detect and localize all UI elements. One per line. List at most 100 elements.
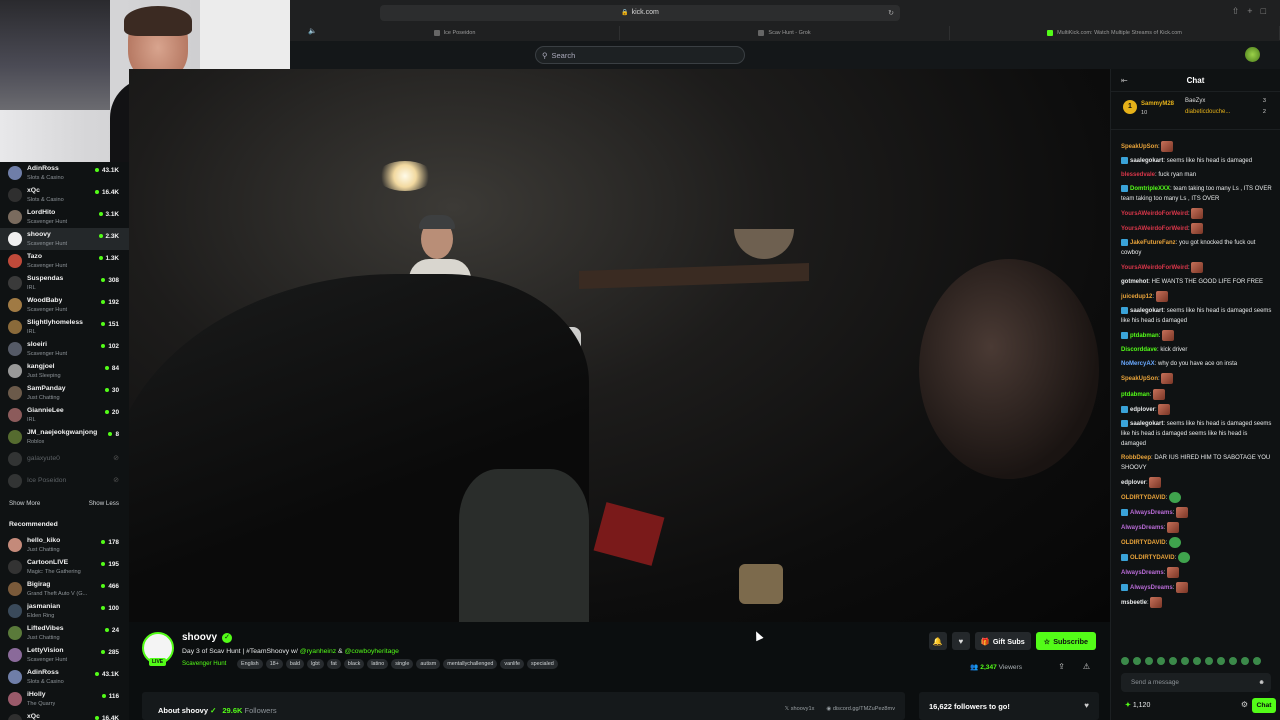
channel-name[interactable]: shoovy (182, 632, 217, 643)
sidebar-channel-item[interactable]: LordHito Scavenger Hunt 3.1K (0, 206, 129, 228)
chat-messages[interactable]: SpeakUpSon: saalegokart: seems like his … (1111, 131, 1280, 656)
chat-username[interactable]: saalegokart (1130, 421, 1163, 427)
chat-username[interactable]: DomtripleXXX (1130, 186, 1170, 192)
sidebar-channel-item[interactable]: SamPanday Just Chatting 30 (0, 382, 129, 404)
sidebar-channel-item[interactable]: WoodBaby Scavenger Hunt 192 (0, 294, 129, 316)
sidebar-channel-item[interactable]: kangjoel Just Sleeping 84 (0, 360, 129, 382)
show-less-button[interactable]: Show Less (89, 500, 119, 507)
x-social-link[interactable]: 𝕏 shoovy1x (785, 706, 815, 712)
emote-icon[interactable] (1133, 657, 1141, 665)
tag-pill[interactable]: 18+ (265, 659, 283, 669)
chat-username[interactable]: juicedup12 (1121, 294, 1152, 300)
sidebar-channel-item[interactable]: xQc 16.4K (0, 710, 129, 720)
sidebar-channel-item[interactable]: xQc Slots & Casino 16.4K (0, 184, 129, 206)
sidebar-channel-item[interactable]: hello_kiko Just Chatting 178 (0, 534, 129, 556)
show-more-button[interactable]: Show More (9, 500, 40, 507)
follow-heart-button[interactable]: ♥ (951, 632, 970, 650)
sidebar-channel-item[interactable]: shoovy Scavenger Hunt 2.3K (0, 228, 129, 250)
chat-username[interactable]: gotmehot (1121, 279, 1148, 285)
chat-username[interactable]: AlwaysDreams (1121, 570, 1164, 576)
chat-username[interactable]: saalegokart (1130, 308, 1163, 314)
user-avatar[interactable] (1245, 47, 1260, 62)
sidebar-offline-item[interactable]: galaxyute0 ⊘ (0, 448, 129, 470)
emote-icon[interactable] (1181, 657, 1189, 665)
stream-category[interactable]: Scavenger Hunt (182, 660, 226, 667)
emote-icon[interactable] (1217, 657, 1225, 665)
sidebar-channel-item[interactable]: JM_naejeokgwanjong Roblox 8 (0, 426, 129, 448)
tag-pill[interactable]: specialed (526, 659, 558, 669)
share-icon[interactable]: ⇧ (1232, 6, 1248, 16)
emote-icon[interactable] (1193, 657, 1201, 665)
top-gifter-name[interactable]: SammyM28 (1141, 101, 1174, 107)
sidebar-channel-item[interactable]: Suspendas IRL 308 (0, 272, 129, 294)
sidebar-channel-item[interactable]: GiannieLee IRL 20 (0, 404, 129, 426)
emote-icon[interactable] (1169, 657, 1177, 665)
sidebar-channel-item[interactable]: iHolly The Quarry 116 (0, 688, 129, 710)
chat-username[interactable]: RobbDeep (1121, 455, 1151, 461)
emote-icon[interactable] (1229, 657, 1237, 665)
chat-username[interactable]: SpeakUpSon (1121, 144, 1158, 150)
chat-username[interactable]: ptdabman (1121, 392, 1150, 398)
sidebar-channel-item[interactable]: AdinRoss Slots & Casino 43.1K (0, 666, 129, 688)
emote-icon[interactable] (1253, 657, 1261, 665)
channel-points[interactable]: ✦ 1,120 (1125, 701, 1150, 709)
tab-ice-poseidon[interactable]: Ice Poseidon (290, 26, 620, 40)
tag-pill[interactable]: English (237, 659, 263, 669)
report-icon[interactable]: ⚠ (1083, 662, 1090, 671)
sidebar-channel-item[interactable]: LettyVision Scavenger Hunt 285 (0, 644, 129, 666)
chat-username[interactable]: OLDIRTYDAVID (1130, 555, 1175, 561)
sidebar-channel-item[interactable]: jasmanian Elden Ring 100 (0, 600, 129, 622)
send-chat-button[interactable]: Chat (1252, 698, 1276, 713)
sidebar-channel-item[interactable]: AdinRoss Slots & Casino 43.1K (0, 162, 129, 184)
emote-icon[interactable] (1121, 657, 1129, 665)
reload-icon[interactable]: ↻ (888, 6, 894, 22)
chat-username[interactable]: JakeFutureFanz (1130, 240, 1176, 246)
tag-pill[interactable]: latino (367, 659, 389, 669)
subscribe-button[interactable]: ☆ Subscribe (1035, 632, 1096, 650)
chat-username[interactable]: SpeakUpSon (1121, 377, 1158, 383)
sidebar-channel-item[interactable]: Bigirag Grand Theft Auto V (G... 466 (0, 578, 129, 600)
tag-pill[interactable]: single (391, 659, 414, 669)
chat-username[interactable]: msbeetle (1121, 600, 1147, 606)
emote-icon[interactable] (1205, 657, 1213, 665)
emote-icon[interactable] (1145, 657, 1153, 665)
collapse-chat-icon[interactable]: ⇤ (1121, 69, 1128, 92)
emote-icon[interactable] (1157, 657, 1165, 665)
chat-username[interactable]: edplover (1130, 407, 1155, 413)
tag-pill[interactable]: lgbt (307, 659, 324, 669)
tab-scav-hunt[interactable]: Scav Hunt - Grok (620, 26, 950, 40)
notification-bell-button[interactable]: 🔔 (928, 632, 947, 650)
tag-pill[interactable]: fat (326, 659, 341, 669)
chat-username[interactable]: OLDIRTYDAVID (1121, 540, 1166, 546)
search-input[interactable]: ⚲ Search (535, 46, 745, 64)
chat-username[interactable]: blessedvale (1121, 172, 1155, 178)
gifter-name[interactable]: BaeZyx (1185, 98, 1205, 104)
chat-username[interactable]: YoursAWeirdoForWeird (1121, 226, 1188, 232)
emoji-picker-icon[interactable]: ☻ (1258, 673, 1265, 692)
emote-icon[interactable] (1241, 657, 1249, 665)
chat-username[interactable]: OLDIRTYDAVID (1121, 495, 1166, 501)
new-tab-icon[interactable]: + (1247, 6, 1260, 16)
chat-username[interactable]: YoursAWeirdoForWeird (1121, 211, 1188, 217)
chat-username[interactable]: edplover (1121, 480, 1146, 486)
chat-username[interactable]: NoMercyAX (1121, 361, 1155, 367)
gear-icon[interactable]: ⚙ (1241, 700, 1248, 709)
chat-username[interactable]: ptdabman (1130, 333, 1159, 339)
sidebar-channel-item[interactable]: LiftedVibes Just Chatting 24 (0, 622, 129, 644)
tag-pill[interactable]: vanlife (500, 659, 524, 669)
sidebar-channel-item[interactable]: Tazo Scavenger Hunt 1.3K (0, 250, 129, 272)
share-icon[interactable]: ⇪ (1058, 662, 1065, 671)
url-bar[interactable]: 🔒 kick.com ↻ (380, 5, 900, 21)
gift-subs-button[interactable]: 🎁 Gift Subs (974, 632, 1031, 650)
video-player[interactable] (129, 69, 1110, 622)
gifter-name[interactable]: diabeticdouche... (1185, 109, 1230, 115)
chat-username[interactable]: AlwaysDreams (1121, 525, 1164, 531)
chat-username[interactable]: YoursAWeirdoForWeird (1121, 265, 1188, 271)
chat-username[interactable]: saalegokart (1130, 158, 1163, 164)
chat-input[interactable]: Send a message ☻ (1121, 673, 1271, 692)
sidebar-channel-item[interactable]: Slightlyhomeless IRL 151 (0, 316, 129, 338)
mention-link[interactable]: @ryanheinz (300, 648, 336, 655)
tab-multikick[interactable]: MultiKick.com: Watch Multiple Streams of… (950, 26, 1280, 40)
tag-pill[interactable]: autism (416, 659, 441, 669)
mention-link[interactable]: @cowboyheritage (344, 648, 399, 655)
